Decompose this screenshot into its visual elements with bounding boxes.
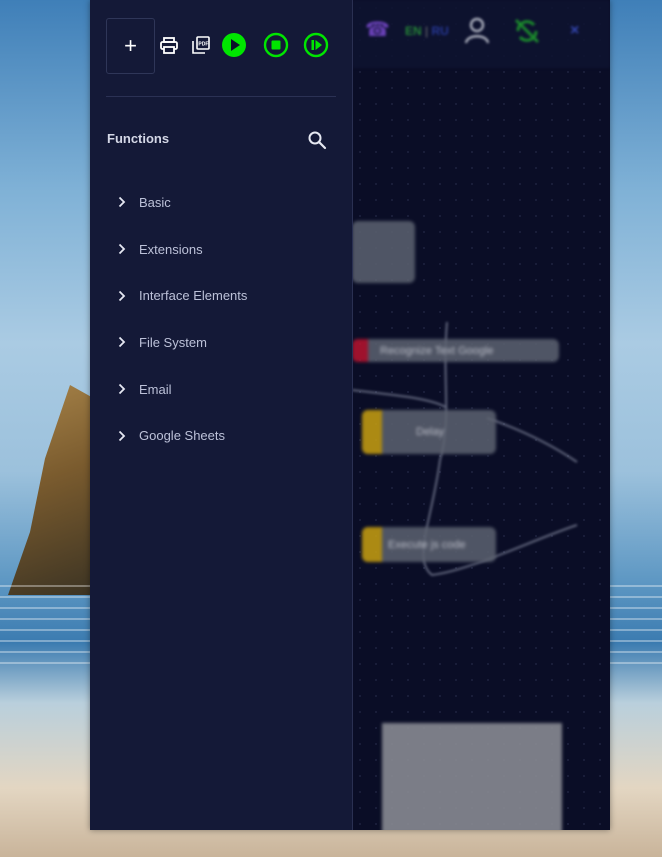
node-color-stripe xyxy=(362,410,382,454)
category-interface-elements[interactable]: Interface Elements xyxy=(90,272,352,319)
pdf-button[interactable]: PDF xyxy=(191,18,211,72)
language-switch[interactable]: EN | RU xyxy=(405,24,449,38)
category-label: Basic xyxy=(139,194,171,210)
search-icon[interactable] xyxy=(307,130,327,150)
functions-heading: Functions xyxy=(107,131,170,146)
top-bar: ☎ EN | RU × xyxy=(352,0,610,68)
sidebar-toolbar: + PDF xyxy=(106,18,336,74)
category-email[interactable]: Email xyxy=(90,366,352,413)
functions-sidebar: + PDF Functions Basic Extensions Interfa… xyxy=(90,0,353,830)
workflow-node-delay[interactable]: Delay xyxy=(362,410,496,454)
step-icon xyxy=(303,32,329,58)
workflow-node-execute-js[interactable]: Execute js code xyxy=(362,527,496,562)
run-button[interactable] xyxy=(221,18,247,72)
print-button[interactable] xyxy=(159,18,179,72)
category-label: Extensions xyxy=(139,241,203,257)
close-icon[interactable]: × xyxy=(570,22,579,40)
category-list: Basic Extensions Interface Elements File… xyxy=(90,179,352,459)
sync-off-icon[interactable] xyxy=(512,16,542,46)
category-label: Google Sheets xyxy=(139,428,226,444)
bot-icon[interactable]: ☎ xyxy=(365,17,390,42)
toolbar-divider xyxy=(106,96,336,97)
print-icon xyxy=(160,36,178,54)
user-icon[interactable] xyxy=(464,16,490,44)
category-label: Interface Elements xyxy=(139,288,248,304)
chevron-right-icon xyxy=(118,430,130,442)
chevron-right-icon xyxy=(118,383,130,395)
chevron-right-icon xyxy=(118,290,130,302)
category-basic[interactable]: Basic xyxy=(90,179,352,226)
plus-icon: + xyxy=(124,33,137,58)
category-label: Email xyxy=(139,381,172,397)
app-window: Recognize Text Google Delay Execute js c… xyxy=(90,0,610,830)
category-file-system[interactable]: File System xyxy=(90,319,352,366)
chevron-right-icon xyxy=(118,336,130,348)
category-google-sheets[interactable]: Google Sheets xyxy=(90,412,352,459)
step-run-button[interactable] xyxy=(303,18,329,72)
stop-icon xyxy=(263,32,289,58)
chevron-right-icon xyxy=(118,196,130,208)
canvas-minimap[interactable] xyxy=(382,723,562,830)
stop-button[interactable] xyxy=(263,18,289,72)
add-button[interactable]: + xyxy=(106,18,155,74)
play-icon xyxy=(222,33,246,57)
chevron-right-icon xyxy=(118,243,130,255)
category-label: File System xyxy=(139,334,207,350)
category-extensions[interactable]: Extensions xyxy=(90,226,352,273)
workflow-node[interactable] xyxy=(352,221,415,283)
svg-text:PDF: PDF xyxy=(198,41,208,47)
node-color-stripe xyxy=(362,527,382,562)
workflow-node-recognize-text[interactable]: Recognize Text Google xyxy=(352,339,559,362)
node-color-stripe xyxy=(352,339,368,362)
pdf-icon: PDF xyxy=(192,36,210,54)
